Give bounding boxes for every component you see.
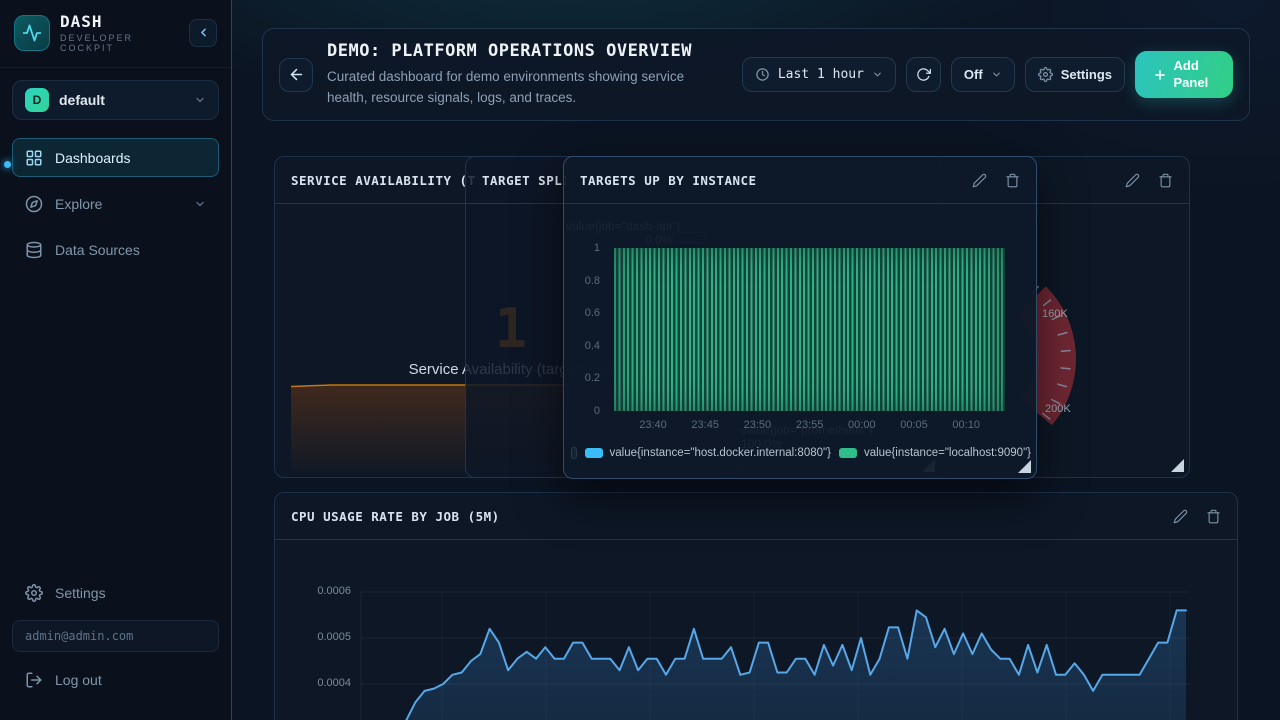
- x-tick-label: 23:45: [680, 419, 730, 431]
- sidebar-item-logout[interactable]: Log out: [12, 660, 219, 699]
- y-tick-label: 0.0006: [291, 585, 351, 597]
- database-icon: [25, 241, 43, 259]
- legend-item[interactable]: value{instance="localhost:9090"}: [839, 447, 1031, 459]
- sidebar-item-label: Data Sources: [55, 242, 140, 258]
- dashboard-title: DEMO: PLATFORM OPERATIONS OVERVIEW: [327, 41, 717, 61]
- logout-icon: [25, 671, 43, 689]
- divider: [0, 67, 231, 68]
- y-tick-label: 0.4: [566, 340, 600, 352]
- sidebar-item-label: Dashboards: [55, 150, 131, 166]
- delete-icon[interactable]: [1158, 173, 1173, 188]
- legend-swatch: [585, 448, 603, 458]
- chevron-left-icon: [197, 26, 210, 39]
- app-subtitle: DEVELOPER COCKPIT: [60, 33, 179, 53]
- legend-swatch: [839, 448, 857, 458]
- y-tick-label: 0.0005: [291, 631, 351, 643]
- x-tick-label: 00:10: [941, 419, 991, 431]
- cpu-line-chart: [275, 541, 1239, 720]
- sidebar-item-explore[interactable]: Explore: [12, 184, 219, 223]
- edit-icon[interactable]: [1125, 173, 1140, 188]
- refresh-interval-selector[interactable]: Off: [951, 57, 1015, 92]
- legend-label: value{instance="host.docker.internal:808…: [610, 447, 831, 459]
- panel-header[interactable]: TARGETS UP BY INSTANCE: [564, 157, 1036, 204]
- chevron-down-icon: [991, 69, 1002, 80]
- panel-title: CPU USAGE RATE BY JOB (5M): [291, 509, 500, 524]
- x-tick-label: 23:55: [785, 419, 835, 431]
- add-panel-label: Add Panel: [1174, 58, 1216, 92]
- settings-button-label: Settings: [1061, 67, 1112, 82]
- workspace-selector[interactable]: D default: [12, 80, 219, 120]
- y-tick-label: 0.6: [566, 307, 600, 319]
- legend-item[interactable]: value{instance="host.docker.internal:808…: [585, 447, 831, 459]
- user-email: admin@admin.com: [12, 620, 219, 652]
- sidebar-item-label: Log out: [55, 672, 102, 688]
- arrow-left-icon: [288, 66, 305, 83]
- sidebar-collapse-button[interactable]: [189, 19, 217, 47]
- refresh-button[interactable]: [906, 57, 941, 92]
- time-range-value: Last 1 hour: [778, 67, 864, 82]
- chart-legend: value{instance="host.docker.internal:808…: [571, 447, 1031, 459]
- clock-icon: [755, 67, 770, 82]
- activity-pulse-icon: [22, 23, 42, 43]
- y-tick-label: 0: [566, 405, 600, 417]
- bar-chart-area: [614, 248, 1005, 411]
- y-tick-label: 1: [566, 242, 600, 254]
- x-tick-label: 23:40: [628, 419, 678, 431]
- panel-header[interactable]: CPU USAGE RATE BY JOB (5M): [275, 493, 1237, 540]
- sidebar-item-label: Settings: [55, 585, 106, 601]
- sidebar-item-label: Explore: [55, 196, 102, 212]
- back-button[interactable]: [279, 58, 313, 92]
- panel-title: TARGET SPLIT: [482, 173, 566, 188]
- sidebar: DASH DEVELOPER COCKPIT D default Dashboa…: [0, 0, 232, 720]
- refresh-icon: [916, 67, 931, 82]
- legend-checkbox[interactable]: [571, 447, 577, 459]
- y-tick-label: 0.8: [566, 275, 600, 287]
- chevron-down-icon: [872, 69, 883, 80]
- x-tick-label: 00:05: [889, 419, 939, 431]
- app-logo: [14, 15, 50, 51]
- delete-icon[interactable]: [1005, 173, 1020, 188]
- gear-icon: [1038, 67, 1053, 82]
- resize-handle[interactable]: [1171, 459, 1184, 472]
- active-nav-indicator: [4, 161, 11, 168]
- panel-title: TARGETS UP BY INSTANCE: [580, 173, 757, 188]
- x-tick-label: 23:50: [732, 419, 782, 431]
- edit-icon[interactable]: [1173, 509, 1188, 524]
- panel-title: SERVICE AVAILABILITY (TARGETS UP): [291, 173, 475, 188]
- resize-handle[interactable]: [1018, 460, 1031, 473]
- sidebar-item-dashboards[interactable]: Dashboards: [12, 138, 219, 177]
- gauge-axis-label: 200K: [1045, 403, 1071, 415]
- app-name: DASH: [60, 12, 179, 31]
- gauge-axis-label: 160K: [1042, 308, 1068, 320]
- gear-icon: [25, 584, 43, 602]
- sidebar-item-data-sources[interactable]: Data Sources: [12, 230, 219, 269]
- compass-icon: [25, 195, 43, 213]
- panel-targets-up-by-instance: TARGETS UP BY INSTANCE 1 0.8 0.6 0.4 0.2 0 23…: [563, 156, 1037, 479]
- brand: DASH DEVELOPER COCKPIT: [0, 0, 231, 63]
- chevron-down-icon: [194, 94, 206, 106]
- workspace-avatar: D: [25, 88, 49, 112]
- dashboard-settings-button[interactable]: Settings: [1025, 57, 1125, 92]
- add-panel-button[interactable]: Add Panel: [1135, 51, 1233, 98]
- x-tick-label: 00:00: [837, 419, 887, 431]
- dashboard-description: Curated dashboard for demo environments …: [327, 67, 712, 109]
- delete-icon[interactable]: [1206, 509, 1221, 524]
- y-tick-label: 0.2: [566, 372, 600, 384]
- edit-icon[interactable]: [972, 173, 987, 188]
- time-range-selector[interactable]: Last 1 hour: [742, 57, 896, 92]
- sidebar-item-settings[interactable]: Settings: [12, 573, 219, 612]
- grid-icon: [25, 149, 43, 167]
- refresh-interval-value: Off: [964, 67, 983, 82]
- chevron-down-icon: [194, 198, 206, 210]
- dashboard-content: DEMO: PLATFORM OPERATIONS OVERVIEW Curat…: [232, 0, 1280, 720]
- legend-label: value{instance="localhost:9090"}: [864, 447, 1031, 459]
- y-tick-label: 0.0004: [291, 677, 351, 689]
- plus-icon: [1153, 68, 1167, 82]
- workspace-name: default: [59, 92, 184, 108]
- panel-cpu-usage-rate: CPU USAGE RATE BY JOB (5M) 0.0006 0.0005 0…: [274, 492, 1238, 720]
- dashboard-header: DEMO: PLATFORM OPERATIONS OVERVIEW Curat…: [262, 28, 1250, 121]
